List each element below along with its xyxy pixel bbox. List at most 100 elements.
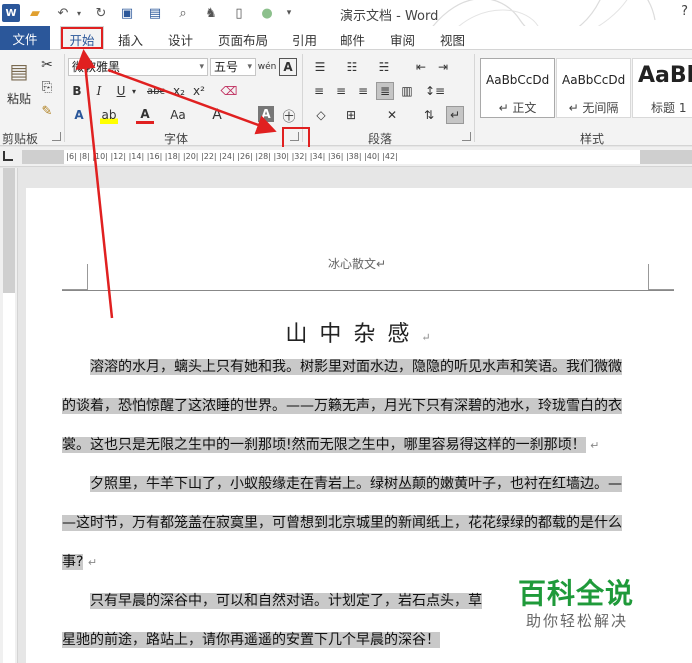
decorative-swirl-icon [432, 0, 656, 26]
clipboard-launcher-icon[interactable] [52, 132, 61, 141]
char-shading-icon[interactable]: A [258, 106, 274, 122]
clear-format-icon[interactable]: ⌫ [220, 82, 238, 100]
underline-dropdown-icon[interactable]: ▾ [130, 82, 138, 100]
tab-layout[interactable]: 页面布局 [218, 30, 268, 49]
page-header[interactable]: 冰心散文↵ [328, 255, 386, 272]
bullets-icon[interactable]: ☰ [308, 58, 332, 76]
font-name-value: 微软雅黑 [72, 60, 121, 74]
subscript-button[interactable]: x₂ [170, 82, 188, 100]
line-spacing-icon[interactable]: ↕≡ [424, 82, 446, 100]
print-preview-icon[interactable]: ⌕ [174, 4, 192, 22]
ribbon-tabs: 文件 开始 插入 设计 页面布局 引用 邮件 审阅 视图 [0, 26, 692, 51]
text-line: 星驰的前途，路站上，请你再遥遥的安置下几个早晨的深谷！ [62, 632, 440, 648]
tab-design[interactable]: 设计 [168, 30, 193, 49]
tab-insert[interactable]: 插入 [118, 30, 143, 49]
chinese-layout-icon[interactable]: ✕ [380, 106, 404, 124]
cut-icon[interactable]: ✂ [38, 56, 56, 74]
styles-group-label: 样式 [580, 132, 605, 146]
grow-font-button[interactable]: A [208, 106, 226, 124]
new-document-icon[interactable]: ▯ [230, 4, 248, 22]
char-border-icon[interactable]: A [279, 58, 297, 76]
phonetic-guide-icon[interactable]: wén [258, 58, 277, 76]
text-effects-icon[interactable]: A [70, 106, 88, 124]
superscript-button[interactable]: x² [190, 82, 208, 100]
style-sample: AaBbCcDd [486, 73, 550, 87]
vertical-ruler[interactable] [0, 168, 18, 663]
circle-icon[interactable]: ● [258, 4, 276, 22]
highlight-icon[interactable]: ab [100, 106, 118, 124]
align-right-icon[interactable]: ≡ [354, 82, 372, 100]
sort-icon[interactable]: ⇅ [420, 106, 438, 124]
find-icon[interactable]: ♞ [202, 4, 220, 22]
word-logo-icon: W [2, 4, 20, 22]
paste-clipboard-icon[interactable]: ▤ [6, 56, 32, 86]
style-sample: AaBbCcDd [562, 73, 626, 87]
clipboard-group-label: 剪贴板 [2, 132, 39, 146]
change-case-button[interactable]: Aa [166, 106, 190, 124]
save-as-icon[interactable]: ▤ [146, 4, 164, 22]
style-heading-1[interactable]: AaBl 标题 1 [632, 58, 692, 118]
distributed-icon[interactable]: ▥ [398, 82, 416, 100]
enclose-char-icon[interactable]: ㊉ [280, 106, 298, 125]
ruler-margin-right [640, 150, 692, 164]
watermark-subtitle: 助你轻松解决 [526, 612, 629, 630]
copy-icon[interactable]: ⎘ [38, 78, 56, 96]
style-normal[interactable]: AaBbCcDd ↵ 正文 [480, 58, 555, 118]
shading-icon[interactable]: ◇ [310, 106, 332, 124]
font-group-label: 字体 [164, 132, 189, 146]
tab-review[interactable]: 审阅 [390, 30, 415, 49]
text-line: 事? [62, 554, 84, 570]
paragraph-1[interactable]: 溶溶的水月，螭头上只有她和我。树影里对面水边，隐隐的听见水声和笑语。我们微微 的… [62, 348, 642, 465]
tab-references[interactable]: 引用 [292, 30, 317, 49]
multilevel-list-icon[interactable]: ☵ [372, 58, 396, 76]
undo-dropdown-icon[interactable]: ▾ [74, 4, 84, 22]
margin-corner [62, 264, 88, 290]
help-button[interactable]: ? [681, 4, 688, 19]
decrease-indent-icon[interactable]: ⇤ [412, 58, 430, 76]
tab-mailings[interactable]: 邮件 [340, 30, 365, 49]
numbering-icon[interactable]: ☷ [340, 58, 364, 76]
underline-button[interactable]: U [114, 82, 128, 100]
undo-icon[interactable]: ↶ [54, 4, 72, 22]
bold-button[interactable]: B [70, 82, 84, 100]
font-color-icon[interactable]: A [136, 106, 154, 124]
strikethrough-button[interactable]: abc [144, 82, 168, 100]
title-bar: W ▰ ↶ ▾ ↻ ▣ ▤ ⌕ ♞ ▯ ● ▾ 演示文档 - Word ? [0, 0, 692, 26]
watermark-title: 百科全说 [518, 577, 635, 610]
tab-file[interactable]: 文件 [0, 26, 50, 50]
paste-button[interactable]: 粘贴 [4, 90, 34, 106]
text-line: 只有早晨的深谷中，可以和自然对语。计划定了，岩石点头，草 [90, 593, 482, 609]
tab-view[interactable]: 视图 [440, 30, 465, 49]
show-marks-icon[interactable]: ↵ [446, 106, 464, 124]
separator [64, 54, 65, 142]
tab-selector-icon[interactable] [3, 151, 13, 161]
style-no-spacing[interactable]: AaBbCcDd ↵ 无间隔 [556, 58, 631, 118]
redo-icon[interactable]: ↻ [92, 4, 110, 22]
italic-button[interactable]: I [92, 82, 106, 100]
text-line: —这时节，万有都笼盖在寂寞里，可曾想到北京城里的新闻纸上，花花绿绿的都载的是什么 [62, 515, 622, 531]
paragraph-launcher-icon[interactable] [462, 132, 471, 141]
style-name: 标题 1 [651, 101, 687, 115]
document-title[interactable]: 山中杂感↵ [26, 316, 692, 348]
style-sample: AaBl [638, 63, 692, 88]
horizontal-ruler[interactable]: |2| | |2| |4| |6| |8| |10| |12| |14| |16… [0, 147, 692, 167]
customize-toolbar-icon[interactable]: ▾ [284, 4, 294, 22]
open-folder-icon[interactable]: ▰ [26, 4, 44, 22]
align-center-icon[interactable]: ≡ [332, 82, 350, 100]
annotation-box-home-tab [61, 27, 103, 49]
style-name: ↵ 无间隔 [568, 101, 619, 115]
increase-indent-icon[interactable]: ⇥ [434, 58, 452, 76]
font-name-combo[interactable]: 微软雅黑 ▾ [68, 58, 208, 76]
align-left-icon[interactable]: ≡ [310, 82, 328, 100]
justify-icon[interactable]: ≣ [376, 82, 394, 100]
save-icon[interactable]: ▣ [118, 4, 136, 22]
ribbon: ▤ 粘贴 ✂ ⎘ ✎ 剪贴板 微软雅黑 ▾ 五号 ▾ wén A B I U ▾ a… [0, 50, 692, 146]
text-line: 裳。这也只是无限之生中的一刹那顷!然而无限之生中，哪里容易得这样的一刹那顷！ [62, 437, 586, 453]
watermark: 百科全说 助你轻松解决 [500, 572, 680, 642]
format-painter-icon[interactable]: ✎ [38, 102, 56, 120]
paragraph-2[interactable]: 夕照里，牛羊下山了，小蚁般缘走在青岩上。绿树丛颠的嫩黄叶子，也衬在红墙边。— —… [62, 465, 642, 582]
font-size-combo[interactable]: 五号 ▾ [210, 58, 256, 76]
text-line: 溶溶的水月，螭头上只有她和我。树影里对面水边，隐隐的听见水声和笑语。我们微微 [90, 359, 622, 375]
paragraph-group-label: 段落 [368, 132, 393, 146]
borders-icon[interactable]: ⊞ [340, 106, 362, 124]
